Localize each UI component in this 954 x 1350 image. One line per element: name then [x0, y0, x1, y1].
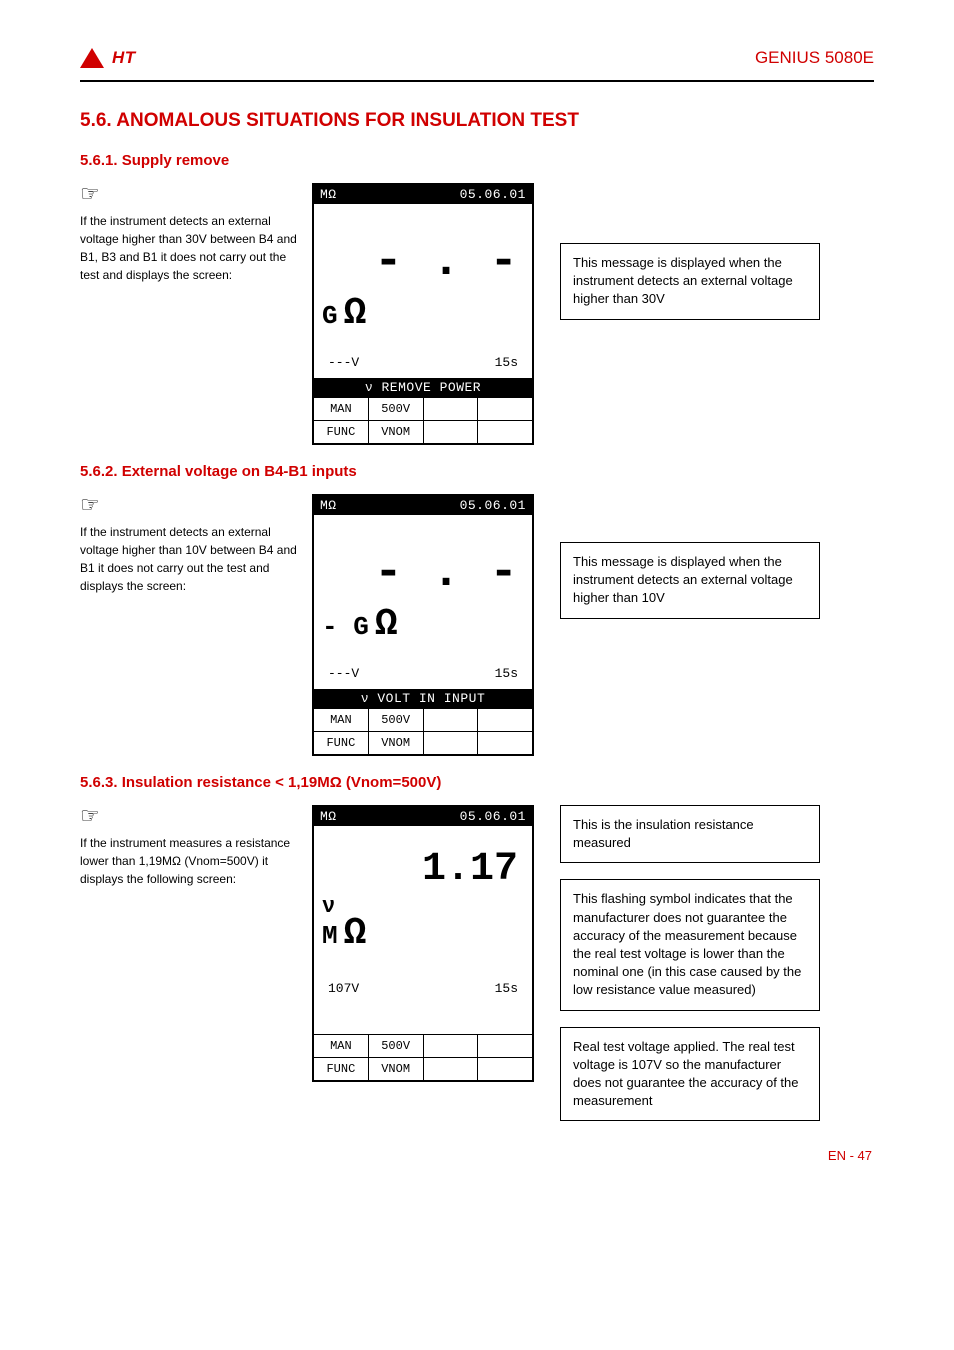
softlabel: [478, 732, 532, 754]
header-rule: [80, 80, 874, 82]
page-number: EN - 47: [828, 1148, 872, 1163]
softval: [478, 398, 532, 420]
softlabel: [424, 732, 479, 754]
brand-row: HT GENIUS 5080E: [80, 40, 874, 76]
softval: MAN: [314, 709, 369, 731]
device-1: MΩ 05.06.01 - . - G Ω ---V 15s ν REMOVE …: [312, 183, 534, 445]
softlabel: [478, 1058, 532, 1080]
left-text-3: If the instrument measures a resistance …: [80, 834, 304, 888]
block-2: ☞ If the instrument detects an external …: [80, 494, 874, 756]
softlabel: FUNC: [314, 732, 369, 754]
softlabel: [478, 421, 532, 443]
left-text-1: If the instrument detects an external vo…: [80, 212, 304, 284]
callout: This is the insulation resistance measur…: [560, 805, 820, 863]
dev-top-left: MΩ: [320, 498, 337, 513]
device-3: MΩ 05.06.01 1.17 ν M Ω 107V 15s: [312, 805, 534, 1082]
warn-bar: ν VOLT IN INPUT: [314, 689, 532, 708]
softlabel: FUNC: [314, 421, 369, 443]
volt-reading: 107V: [328, 981, 359, 996]
block-3: ☞ If the instrument measures a resistanc…: [80, 805, 874, 1121]
dev-top-left: MΩ: [320, 187, 337, 202]
hand-icon: ☞: [80, 492, 100, 517]
reading: 1.17: [322, 850, 524, 890]
section-title: 5.6. ANOMALOUS SITUATIONS FOR INSULATION…: [80, 110, 874, 132]
warn-bar: ν REMOVE POWER: [314, 378, 532, 397]
softlabel: VNOM: [369, 732, 424, 754]
device-2: MΩ 05.06.01 - . - - G Ω ---V 15s ν VOLT …: [312, 494, 534, 756]
softlabel: [424, 421, 479, 443]
omega-icon: Ω: [344, 912, 367, 955]
reading: - . -: [322, 549, 524, 597]
brand-triangle-icon: [80, 48, 104, 68]
volt-reading: ---V: [328, 666, 359, 681]
secs-reading: 15s: [495, 981, 518, 996]
callout: This message is displayed when the instr…: [560, 542, 820, 619]
softlabel: VNOM: [369, 421, 424, 443]
softval: [424, 398, 479, 420]
hand-icon: ☞: [80, 803, 100, 828]
unit-prefix: G: [322, 301, 338, 331]
hand-icon: ☞: [80, 181, 100, 206]
unit-prefix: - G: [322, 612, 369, 642]
block-1: ☞ If the instrument detects an external …: [80, 183, 874, 445]
secs-reading: 15s: [495, 666, 518, 681]
left-text-2: If the instrument detects an external vo…: [80, 523, 304, 595]
softval: 500V: [369, 398, 424, 420]
softval: MAN: [314, 398, 369, 420]
softval: [478, 1035, 532, 1057]
subhead-3: 5.6.3. Insulation resistance < 1,19MΩ (V…: [80, 774, 874, 791]
dev-top-right: 05.06.01: [460, 187, 526, 202]
callout: This flashing symbol indicates that the …: [560, 879, 820, 1010]
softval: [424, 1035, 479, 1057]
softval: 500V: [369, 709, 424, 731]
secs-reading: 15s: [495, 355, 518, 370]
softlabel: [424, 1058, 479, 1080]
dev-top-left: MΩ: [320, 809, 337, 824]
brand-text: HT: [112, 48, 136, 68]
volt-reading: ---V: [328, 355, 359, 370]
callout: Real test voltage applied. The real test…: [560, 1027, 820, 1122]
softval: [424, 709, 479, 731]
dev-top-right: 05.06.01: [460, 809, 526, 824]
dev-top-right: 05.06.01: [460, 498, 526, 513]
subhead-2: 5.6.2. External voltage on B4-B1 inputs: [80, 463, 874, 480]
callout: This message is displayed when the instr…: [560, 243, 820, 320]
unit-prefix: M: [322, 921, 338, 951]
omega-icon: Ω: [375, 603, 398, 646]
softval: [478, 709, 532, 731]
omega-icon: Ω: [344, 292, 367, 335]
reading: - . -: [322, 238, 524, 286]
softlabel: FUNC: [314, 1058, 369, 1080]
softval: MAN: [314, 1035, 369, 1057]
softlabel: VNOM: [369, 1058, 424, 1080]
bolt-icon: ν: [322, 896, 335, 918]
model-text: GENIUS 5080E: [144, 48, 874, 68]
softval: 500V: [369, 1035, 424, 1057]
subhead-1: 5.6.1. Supply remove: [80, 152, 874, 169]
